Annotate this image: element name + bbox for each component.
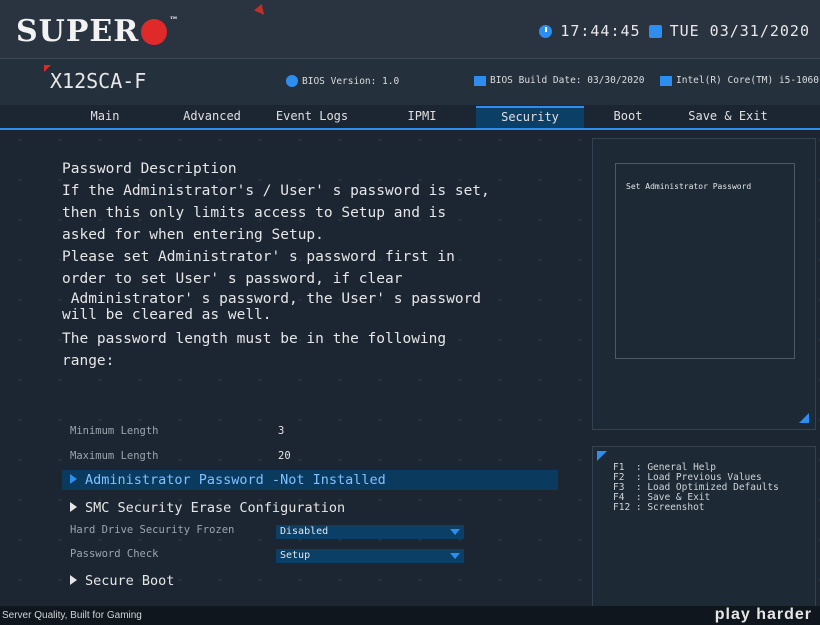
description-line: asked for when entering Setup. [62,227,324,243]
board-corner-mark [44,65,51,72]
maximum-length-row: Maximum Length 20 [70,450,291,462]
secure-boot-item[interactable]: Secure Boot [62,571,558,591]
password-check-row: Password Check Setup [70,548,470,564]
minimum-length-value: 3 [278,425,285,437]
bios-build-date: BIOS Build Date: 03/30/2020 [474,75,644,86]
description-line: Please set Administrator' s password fir… [62,249,455,265]
logo-red-dot [141,19,168,45]
corner-accent-icon [597,451,607,461]
tab-save-exit[interactable]: Save & Exit [672,106,784,126]
footer-tagline: Server Quality, Built for Gaming [2,610,142,621]
date-text: TUE 03/31/2020 [669,22,810,40]
bios-gear-icon [286,75,298,87]
help-text: Set Administrator Password [626,182,752,191]
description-line: will be cleared as well. [62,307,272,323]
play-harder-logo: play harder [714,606,812,623]
password-description: Password Description If the Administrato… [62,158,532,372]
calendar-icon [648,24,662,38]
time-text: 17:44:45 [560,22,641,40]
bios-version: BIOS Version: 1.0 [286,75,399,87]
hdd-security-frozen-select[interactable]: Disabled [276,525,464,539]
key-legend-panel: F1 : General Help F2 : Load Previous Val… [592,446,816,608]
footer: Server Quality, Built for Gaming play ha… [0,606,820,625]
smc-security-erase-item[interactable]: SMC Security Erase Configuration [62,498,558,518]
cpu-icon [660,75,672,86]
description-line: order to set User' s password, if clear [62,271,403,287]
clock-icon [539,24,553,38]
description-line: The password length must be in the follo… [62,331,447,347]
submenu-arrow-icon [70,502,77,512]
tab-underline [0,128,820,130]
dropdown-arrow-icon [450,529,460,535]
hdd-security-frozen-row: Hard Drive Security Frozen Disabled [70,524,470,540]
submenu-arrow-icon [70,575,77,585]
tab-bar: Main Advanced Event Logs IPMI Security B… [42,106,784,128]
dropdown-arrow-icon [450,553,460,559]
tab-ipmi[interactable]: IPMI [368,106,476,126]
chip-icon [474,75,486,86]
password-check-select[interactable]: Setup [276,549,464,563]
supermicro-logo: SUPER ™ [16,14,180,49]
minimum-length-row: Minimum Length 3 [70,425,285,437]
maximum-length-value: 20 [278,450,291,462]
security-settings-panel: Password Description If the Administrato… [8,138,586,604]
board-name: X12SCA-F [44,65,146,93]
description-line: then this only limits access to Setup an… [62,205,447,221]
description-line: Administrator' s password, the User' s p… [62,291,482,307]
description-line: range: [62,353,115,369]
info-bar: X12SCA-F BIOS Version: 1.0 BIOS Build Da… [0,58,820,105]
item-help-panel: Set Administrator Password [592,138,816,430]
help-frame: Set Administrator Password [615,163,795,359]
cpu-info: Intel(R) Core(TM) i5-1060 [660,75,819,86]
datetime-display: 17:44:45 TUE 03/31/2020 [539,22,810,40]
corner-accent-icon [799,413,809,423]
tab-main[interactable]: Main [42,106,168,126]
key-legend: F1 : General Help F2 : Load Previous Val… [613,462,779,513]
tab-boot[interactable]: Boot [584,106,672,126]
tab-event-logs[interactable]: Event Logs [256,106,368,126]
top-bar: SUPER ™ 17:44:45 TUE 03/31/2020 [0,0,820,58]
tab-advanced[interactable]: Advanced [168,106,256,126]
description-line: If the Administrator's / User' s passwor… [62,183,490,199]
submenu-arrow-icon [70,474,77,484]
tab-security[interactable]: Security [476,106,584,128]
administrator-password-item[interactable]: Administrator Password -Not Installed [62,470,558,490]
description-line: Password Description [62,161,237,177]
